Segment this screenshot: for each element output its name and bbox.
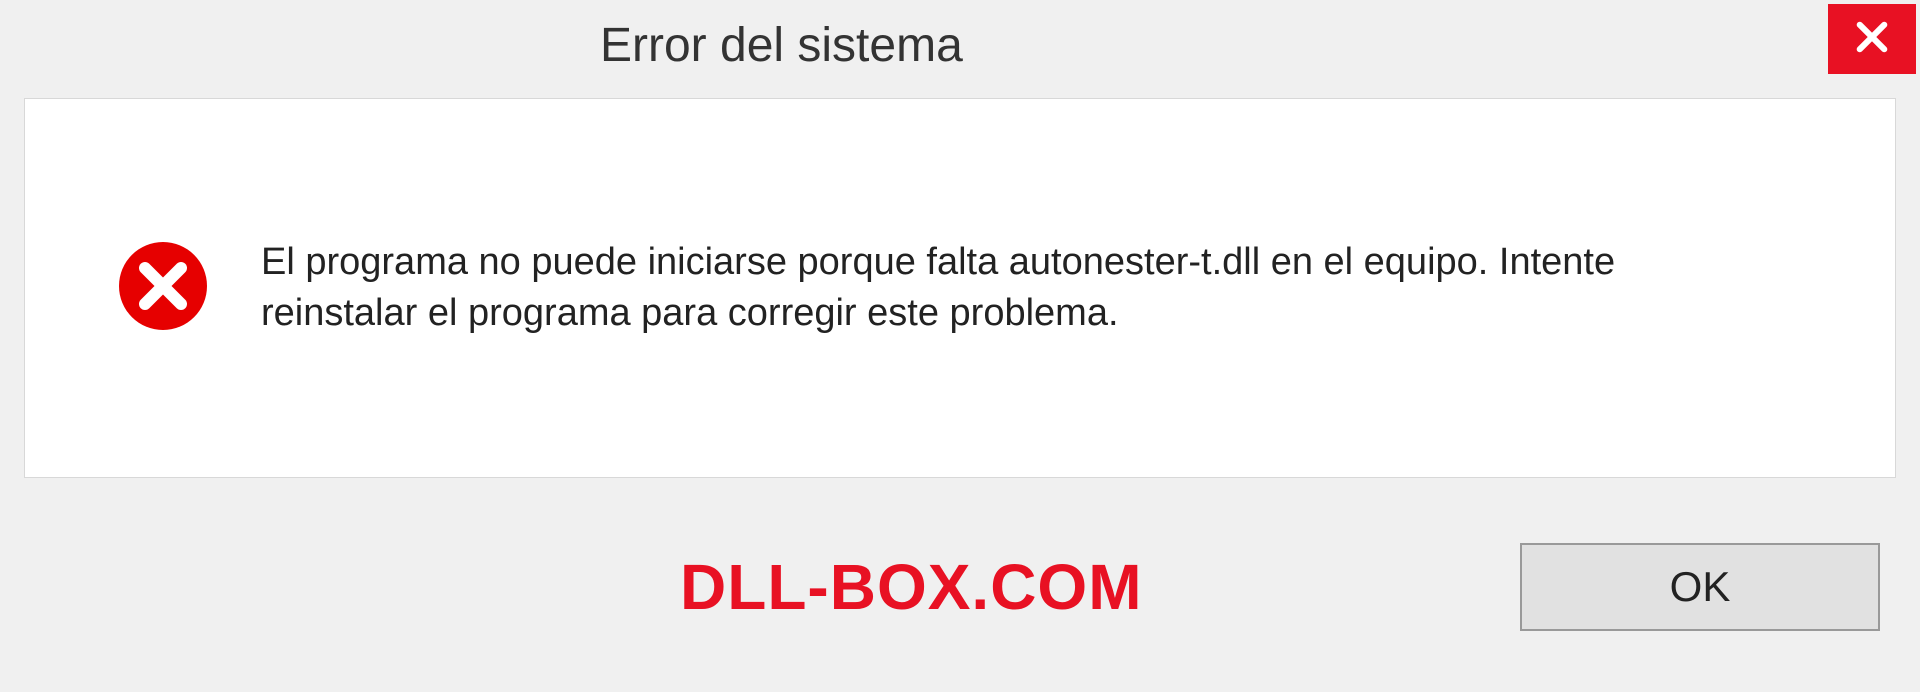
close-button[interactable] xyxy=(1828,4,1916,74)
titlebar: Error del sistema xyxy=(0,0,1920,90)
error-icon xyxy=(115,238,211,339)
watermark-text: DLL-BOX.COM xyxy=(680,550,1143,624)
error-message: El programa no puede iniciarse porque fa… xyxy=(261,237,1761,340)
dialog-title: Error del sistema xyxy=(600,18,963,73)
footer: DLL-BOX.COM OK xyxy=(0,502,1920,692)
close-icon xyxy=(1851,16,1893,63)
ok-button[interactable]: OK xyxy=(1520,543,1880,631)
error-dialog: Error del sistema El programa no puede i… xyxy=(0,0,1920,692)
content-panel: El programa no puede iniciarse porque fa… xyxy=(24,98,1896,478)
